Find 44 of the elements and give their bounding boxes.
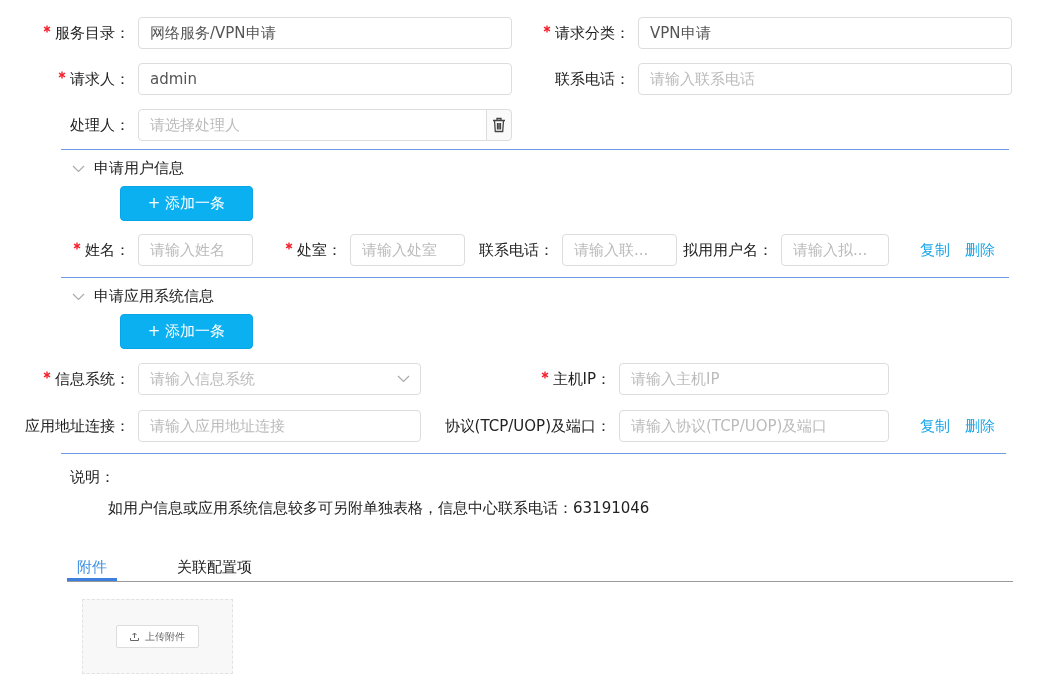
tab[interactable]: 附件: [67, 556, 117, 581]
section-title: 申请用户信息: [94, 158, 184, 178]
field-label: 拟用用户名：: [683, 240, 773, 260]
upload-area[interactable]: 上传附件: [82, 599, 233, 674]
field-label: 协议(TCP/UOP)及端口：: [444, 416, 611, 436]
upload-button[interactable]: 上传附件: [116, 625, 199, 648]
section-title: 申请应用系统信息: [94, 286, 214, 306]
delete-button[interactable]: [486, 109, 512, 141]
input-field[interactable]: 请选择处理人: [138, 109, 487, 141]
input-field[interactable]: 请输入拟...: [781, 234, 889, 266]
tab[interactable]: 关联配置项: [167, 556, 262, 581]
field-label: 应用地址连接：: [25, 416, 130, 436]
action-link[interactable]: 复制: [920, 416, 950, 436]
input-field[interactable]: 请输入处室: [350, 234, 465, 266]
input-field[interactable]: 请输入应用地址连接: [138, 410, 421, 442]
note-label: 说明：: [70, 468, 115, 486]
input-field[interactable]: 请输入联系电话: [638, 63, 1012, 95]
action-link[interactable]: 复制: [920, 240, 950, 260]
input-field[interactable]: 请输入协议(TCP/UOP)及端口: [619, 410, 889, 442]
input-field[interactable]: VPN申请: [638, 17, 1012, 49]
select-field[interactable]: 请输入信息系统: [138, 363, 421, 395]
input-field[interactable]: 请输入姓名: [138, 234, 253, 266]
field-label: 信息系统：: [55, 369, 130, 389]
trash-icon: [492, 117, 506, 133]
field-label: 姓名：: [85, 240, 130, 260]
input-field[interactable]: 请输入联...: [562, 234, 677, 266]
field-label: 联系电话：: [479, 240, 554, 260]
add-button[interactable]: + 添加一条: [120, 314, 253, 349]
field-label: 处理人：: [70, 115, 130, 135]
input-field[interactable]: admin: [138, 63, 512, 95]
input-field[interactable]: 网络服务/VPN申请: [138, 17, 512, 49]
note-text: 如用户信息或应用系统信息较多可另附单独表格，信息中心联系电话：63191046: [108, 499, 651, 518]
add-button[interactable]: + 添加一条: [120, 186, 253, 221]
action-link[interactable]: 删除: [965, 416, 995, 436]
field-label: 请求分类：: [555, 23, 630, 43]
action-link[interactable]: 删除: [965, 240, 995, 260]
field-label: 请求人：: [70, 69, 130, 89]
chevron-icon: [397, 375, 410, 383]
field-label: 服务目录：: [55, 23, 130, 43]
field-label: 联系电话：: [555, 69, 630, 89]
field-label: 处室：: [297, 240, 342, 260]
field-label: 主机IP：: [552, 369, 611, 389]
upload-icon: [130, 632, 139, 641]
input-field[interactable]: 请输入主机IP: [619, 363, 889, 395]
